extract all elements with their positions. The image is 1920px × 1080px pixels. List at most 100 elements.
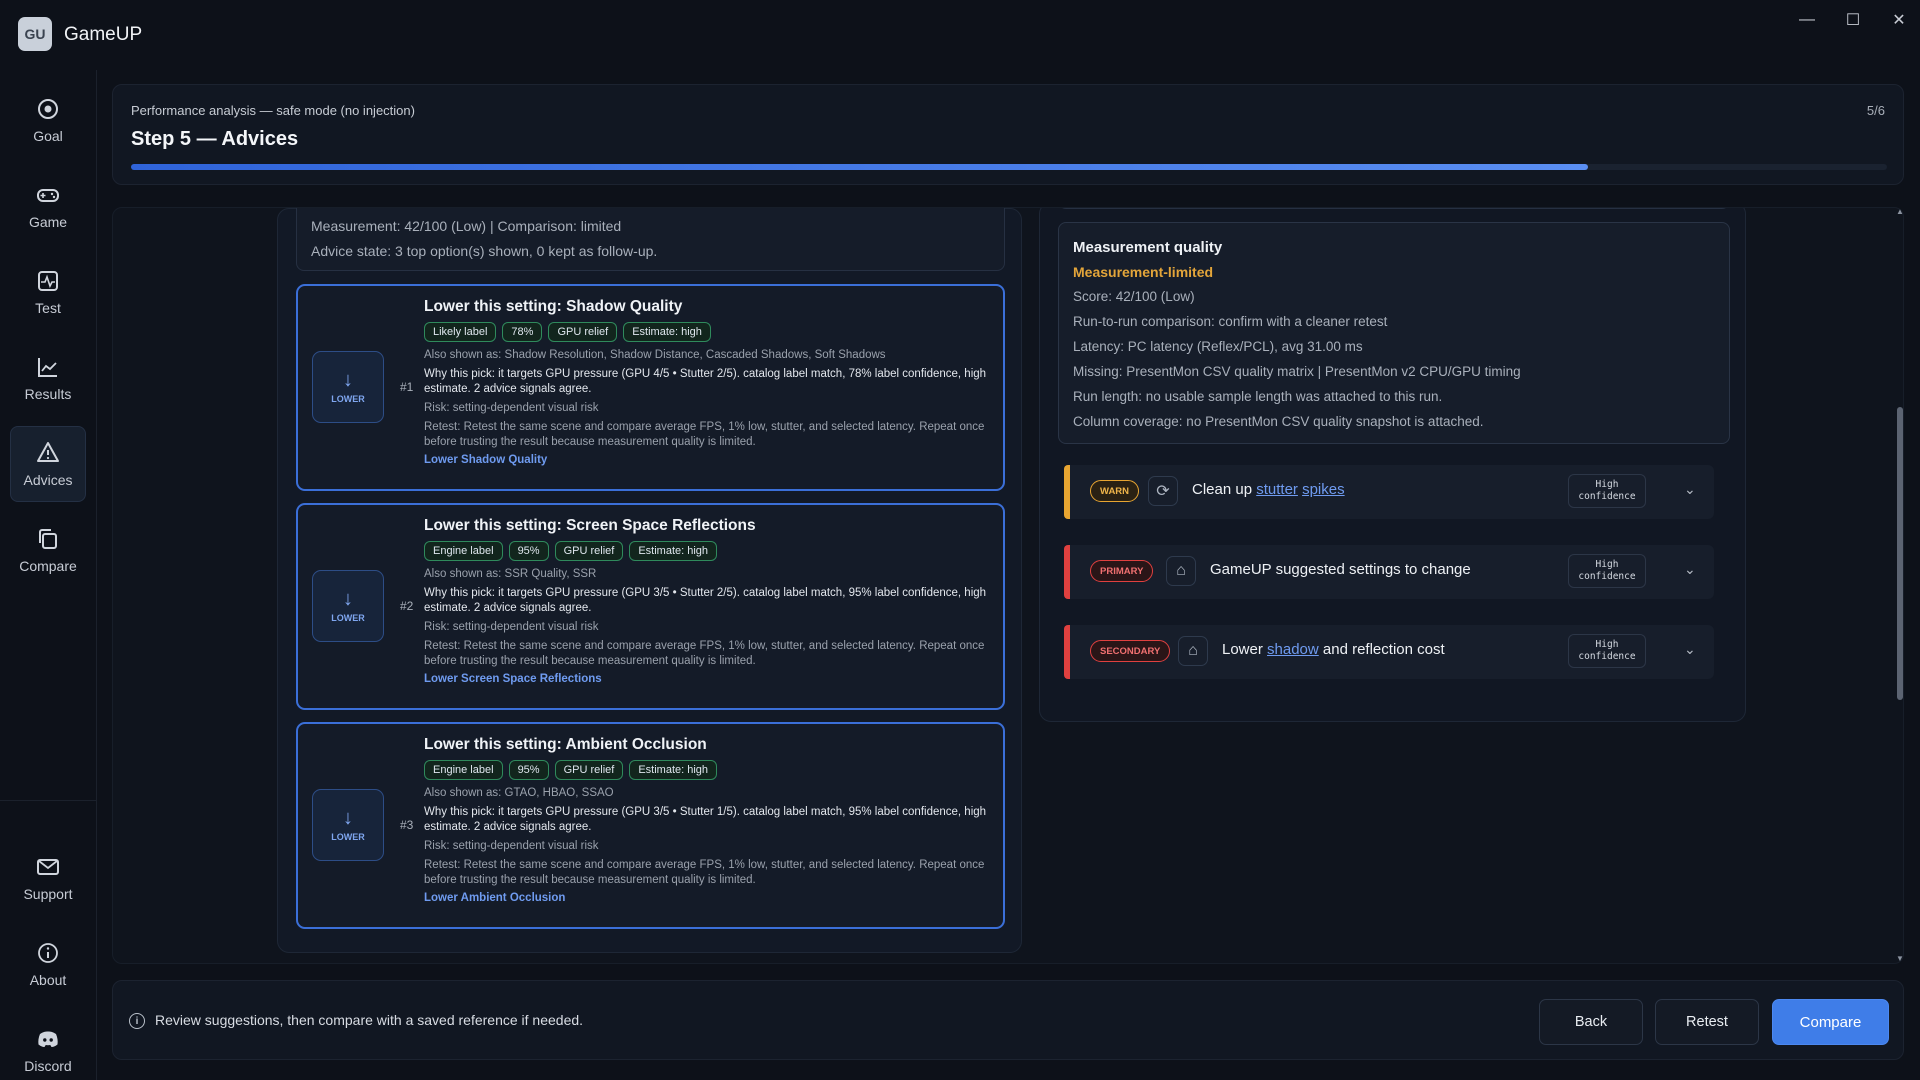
recommendation-title: GameUP suggested settings to change xyxy=(1210,561,1471,578)
recommendation-title: Clean up stutter spikes xyxy=(1192,481,1345,498)
advice-link[interactable]: Lower Shadow Quality xyxy=(424,454,994,466)
quality-status: Measurement-limited xyxy=(1073,264,1214,280)
app-logo: GU xyxy=(18,17,52,51)
advice-link[interactable]: Lower Screen Space Reflections xyxy=(424,673,994,685)
lower-badge: ↓ LOWER xyxy=(312,351,384,423)
lower-badge: ↓ LOWER xyxy=(312,570,384,642)
sidebar-item-results[interactable]: Results xyxy=(10,340,86,416)
confidence-chip: 95% xyxy=(508,760,549,780)
relief-chip: GPU relief xyxy=(548,322,618,342)
term-link[interactable]: shadow xyxy=(1267,641,1319,658)
progress-bar xyxy=(131,164,1887,170)
advice-title: Lower this setting: Screen Space Reflect… xyxy=(424,517,756,534)
advice-card-3[interactable]: ↓ LOWER #3 Lower this setting: Ambient Oc… xyxy=(296,722,1005,929)
chevron-down-icon[interactable]: ⌄ xyxy=(1684,641,1696,658)
advice-list-panel: Measurement: 42/100 (Low) | Comparison: … xyxy=(277,208,1022,953)
gamepad-icon xyxy=(35,182,61,208)
advice-link[interactable]: Lower Ambient Occlusion xyxy=(424,892,994,904)
measurement-summary: Measurement: 42/100 (Low) | Comparison: … xyxy=(296,208,1005,271)
label-chip: Likely label xyxy=(424,322,497,342)
recommendation-row-secondary[interactable]: SECONDARY ⌂ Lower shadow and reflection … xyxy=(1064,625,1714,679)
recommendation-row-primary[interactable]: PRIMARY ⌂ GameUP suggested settings to c… xyxy=(1064,545,1714,599)
sidebar-item-game[interactable]: Game xyxy=(10,168,86,244)
sidebar-item-label: Discord xyxy=(24,1058,72,1074)
sidebar-item-advices[interactable]: Advices xyxy=(10,426,86,502)
sidebar-item-label: Support xyxy=(23,886,73,902)
sidebar-item-label: Test xyxy=(35,300,61,316)
sidebar-item-label: Results xyxy=(24,386,72,402)
quality-panel: Measurement quality Measurement-limited … xyxy=(1039,208,1746,722)
advice-card-1[interactable]: ↓ LOWER #1 Lower this setting: Shadow Qua… xyxy=(296,284,1005,491)
arrow-down-icon: ↓ xyxy=(343,369,353,391)
advice-also: Also shown as: SSR Quality, SSR xyxy=(424,568,597,580)
measurement-quality-card: Measurement quality Measurement-limited … xyxy=(1058,222,1730,444)
refresh-icon: ⟳ xyxy=(1148,476,1178,506)
sidebar-item-support[interactable]: Support xyxy=(10,840,86,916)
secondary-tag: SECONDARY xyxy=(1090,640,1171,662)
step-counter: 5/6 xyxy=(1866,103,1885,118)
quality-line: Run-to-run comparison: confirm with a cl… xyxy=(1073,314,1388,329)
advice-also: Also shown as: GTAO, HBAO, SSAO xyxy=(424,787,614,799)
monitor-icon: ⌂ xyxy=(1178,636,1208,666)
sidebar-item-discord[interactable]: Discord xyxy=(10,1012,86,1080)
back-button[interactable]: Back xyxy=(1539,999,1643,1045)
sidebar-item-label: Game xyxy=(28,214,68,230)
chevron-down-icon[interactable]: ⌄ xyxy=(1684,481,1696,498)
info-icon xyxy=(35,940,61,966)
maximize-button[interactable]: ☐ xyxy=(1833,8,1873,32)
sidebar-item-goal[interactable]: Goal xyxy=(10,82,86,158)
advice-card-2[interactable]: ↓ LOWER #2 Lower this setting: Screen Spa… xyxy=(296,503,1005,710)
advice-retest: Retest: Retest the same scene and compar… xyxy=(424,640,985,667)
primary-tag: PRIMARY xyxy=(1090,560,1154,582)
lower-badge: ↓ LOWER xyxy=(312,789,384,861)
severity-bar xyxy=(1064,465,1070,519)
advice-risk: Risk: setting-dependent visual risk xyxy=(424,621,599,633)
summary-measurement: Measurement: 42/100 (Low) | Comparison: … xyxy=(311,218,622,234)
chart-icon xyxy=(35,354,61,380)
scroll-down-icon[interactable]: ▼ xyxy=(1895,954,1905,964)
term-link[interactable]: stutter xyxy=(1256,481,1298,498)
advice-retest: Retest: Retest the same scene and compar… xyxy=(424,421,985,448)
scroll-up-icon[interactable]: ▲ xyxy=(1895,207,1905,217)
advice-why: Why this pick: it targets GPU pressure (… xyxy=(424,587,987,614)
warn-tag: WARN xyxy=(1090,480,1140,502)
estimate-chip: Estimate: high xyxy=(629,760,718,780)
page-title: Step 5 — Advices xyxy=(131,128,299,150)
advice-also: Also shown as: Shadow Resolution, Shadow… xyxy=(424,349,886,361)
estimate-chip: Estimate: high xyxy=(629,541,718,561)
advice-retest: Retest: Retest the same scene and compar… xyxy=(424,859,985,886)
estimate-chip: Estimate: high xyxy=(623,322,711,342)
app-title: GameUP xyxy=(64,24,143,45)
term-link[interactable]: spikes xyxy=(1302,481,1345,498)
sidebar-item-about[interactable]: About xyxy=(10,926,86,1002)
recommendation-row-warn[interactable]: WARN ⟳ Clean up stutter spikes High confi… xyxy=(1064,465,1714,519)
advice-title: Lower this setting: Shadow Quality xyxy=(424,298,683,315)
recommendation-title: Lower shadow and reflection cost xyxy=(1222,641,1445,658)
chevron-down-icon[interactable]: ⌄ xyxy=(1684,561,1696,578)
confidence-badge: High confidence xyxy=(1568,554,1646,588)
relief-chip: GPU relief xyxy=(554,760,624,780)
mail-icon xyxy=(35,854,61,880)
step-header: Performance analysis — safe mode (no inj… xyxy=(112,84,1904,185)
quality-line: Column coverage: no PresentMon CSV quali… xyxy=(1073,414,1484,429)
scrollbar-thumb[interactable] xyxy=(1897,407,1903,700)
sidebar-item-label: Compare xyxy=(19,558,77,574)
quality-line: Missing: PresentMon CSV quality matrix |… xyxy=(1073,364,1521,379)
compare-button[interactable]: Compare xyxy=(1772,999,1889,1045)
sidebar-item-label: Advices xyxy=(23,472,73,488)
advices-content[interactable]: Measurement: 42/100 (Low) | Comparison: … xyxy=(112,207,1904,964)
sidebar: Goal Game Test Results Advices Compare S… xyxy=(0,70,97,1080)
scrollbar[interactable]: ▲ ▼ xyxy=(1895,207,1905,964)
sidebar-item-test[interactable]: Test xyxy=(10,254,86,330)
relief-chip: GPU relief xyxy=(554,541,624,561)
retest-button[interactable]: Retest xyxy=(1655,999,1759,1045)
sidebar-item-compare[interactable]: Compare xyxy=(10,512,86,588)
close-button[interactable]: ✕ xyxy=(1879,8,1919,32)
target-icon xyxy=(35,96,61,122)
quality-line: Score: 42/100 (Low) xyxy=(1073,289,1195,304)
breadcrumb: Performance analysis — safe mode (no inj… xyxy=(131,103,415,118)
progress-fill xyxy=(131,164,1589,170)
minimize-button[interactable]: — xyxy=(1787,8,1827,32)
confidence-badge: High confidence xyxy=(1568,634,1646,668)
advice-why: Why this pick: it targets GPU pressure (… xyxy=(424,806,987,833)
